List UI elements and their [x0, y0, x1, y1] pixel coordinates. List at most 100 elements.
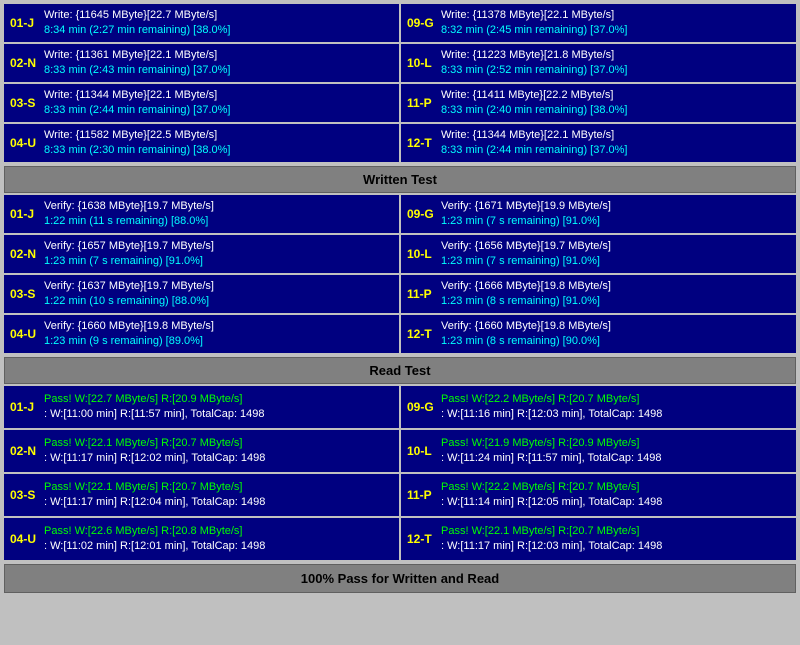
cell-content: Verify: {1660 MByte}[19.8 MByte/s]1:23 m… [441, 319, 790, 350]
grid-cell: 12-TVerify: {1660 MByte}[19.8 MByte/s]1:… [401, 315, 796, 353]
cell-line2: 1:23 min (7 s remaining) [91.0%] [441, 214, 790, 229]
cell-line1: Write: {11411 MByte}[22.2 MByte/s] [441, 88, 790, 103]
cell-line1: Pass! W:[22.6 MByte/s] R:[20.8 MByte/s] [44, 524, 393, 539]
cell-line2: 8:33 min (2:40 min remaining) [38.0%] [441, 103, 790, 118]
cell-content: Pass! W:[21.9 MByte/s] R:[20.9 MByte/s]:… [441, 436, 790, 467]
footer-bar: 100% Pass for Written and Read [4, 564, 796, 593]
cell-id: 03-S [10, 488, 38, 502]
cell-id: 12-T [407, 532, 435, 546]
grid-cell: 10-LVerify: {1656 MByte}[19.7 MByte/s]1:… [401, 235, 796, 273]
cell-line2: 8:33 min (2:43 min remaining) [37.0%] [44, 63, 393, 78]
cell-content: Write: {11645 MByte}[22.7 MByte/s]8:34 m… [44, 8, 393, 39]
cell-line2: 1:23 min (8 s remaining) [91.0%] [441, 294, 790, 309]
cell-id: 03-S [10, 287, 38, 301]
grid-cell: 11-P Write: {11411 MByte}[22.2 MByte/s]8:… [401, 84, 796, 122]
cell-line1: Pass! W:[22.2 MByte/s] R:[20.7 MByte/s] [441, 392, 790, 407]
cell-line2: : W:[11:17 min] R:[12:02 min], TotalCap:… [44, 451, 393, 466]
cell-line2: : W:[11:17 min] R:[12:03 min], TotalCap:… [441, 539, 790, 554]
cell-content: Pass! W:[22.1 MByte/s] R:[20.7 MByte/s]:… [44, 436, 393, 467]
cell-line1: Pass! W:[21.9 MByte/s] R:[20.9 MByte/s] [441, 436, 790, 451]
cell-line2: 8:33 min (2:44 min remaining) [37.0%] [44, 103, 393, 118]
grid-cell: 03-S Verify: {1637 MByte}[19.7 MByte/s]1:… [4, 275, 399, 313]
cell-line1: Write: {11645 MByte}[22.7 MByte/s] [44, 8, 393, 23]
cell-content: Verify: {1666 MByte}[19.8 MByte/s]1:23 m… [441, 279, 790, 310]
cell-id: 09-G [407, 400, 435, 414]
cell-line1: Verify: {1671 MByte}[19.9 MByte/s] [441, 199, 790, 214]
cell-id: 04-U [10, 532, 38, 546]
grid-cell: 02-N Write: {11361 MByte}[22.1 MByte/s]8:… [4, 44, 399, 82]
written-test-header: Written Test [4, 166, 796, 193]
cell-id: 02-N [10, 56, 38, 70]
cell-id: 04-U [10, 327, 38, 341]
cell-line2: : W:[11:14 min] R:[12:05 min], TotalCap:… [441, 495, 790, 510]
cell-line1: Write: {11361 MByte}[22.1 MByte/s] [44, 48, 393, 63]
grid-cell: 01-J Write: {11645 MByte}[22.7 MByte/s]8:… [4, 4, 399, 42]
cell-id: 09-G [407, 207, 435, 221]
cell-line1: Write: {11223 MByte}[21.8 MByte/s] [441, 48, 790, 63]
cell-line1: Verify: {1660 MByte}[19.8 MByte/s] [441, 319, 790, 334]
grid-cell: 09-G Verify: {1671 MByte}[19.9 MByte/s]1:… [401, 195, 796, 233]
cell-id: 10-L [407, 444, 435, 458]
cell-line2: 8:33 min (2:30 min remaining) [38.0%] [44, 143, 393, 158]
write-grid: 01-JWrite: {11645 MByte}[22.7 MByte/s]8:… [4, 4, 796, 162]
grid-cell: 03-S Pass! W:[22.1 MByte/s] R:[20.7 MByte… [4, 474, 399, 516]
cell-content: Write: {11582 MByte}[22.5 MByte/s]8:33 m… [44, 128, 393, 159]
cell-line1: Verify: {1638 MByte}[19.7 MByte/s] [44, 199, 393, 214]
main-container: 01-JWrite: {11645 MByte}[22.7 MByte/s]8:… [0, 0, 800, 597]
cell-content: Verify: {1660 MByte}[19.8 MByte/s]1:23 m… [44, 319, 393, 350]
cell-content: Verify: {1638 MByte}[19.7 MByte/s]1:22 m… [44, 199, 393, 230]
cell-line1: Write: {11344 MByte}[22.1 MByte/s] [441, 128, 790, 143]
cell-content: Verify: {1637 MByte}[19.7 MByte/s]1:22 m… [44, 279, 393, 310]
cell-id: 01-J [10, 400, 38, 414]
grid-cell: 02-NVerify: {1657 MByte}[19.7 MByte/s]1:… [4, 235, 399, 273]
cell-id: 12-T [407, 136, 435, 150]
cell-content: Verify: {1656 MByte}[19.7 MByte/s]1:23 m… [441, 239, 790, 270]
cell-line1: Write: {11582 MByte}[22.5 MByte/s] [44, 128, 393, 143]
cell-content: Write: {11361 MByte}[22.1 MByte/s]8:33 m… [44, 48, 393, 79]
cell-line1: Pass! W:[22.1 MByte/s] R:[20.7 MByte/s] [44, 480, 393, 495]
grid-cell: 04-U Pass! W:[22.6 MByte/s] R:[20.8 MByte… [4, 518, 399, 560]
cell-content: Verify: {1671 MByte}[19.9 MByte/s]1:23 m… [441, 199, 790, 230]
cell-id: 11-P [407, 96, 435, 110]
cell-id: 01-J [10, 207, 38, 221]
cell-line2: 1:23 min (8 s remaining) [90.0%] [441, 334, 790, 349]
cell-line2: : W:[11:16 min] R:[12:03 min], TotalCap:… [441, 407, 790, 422]
cell-id: 11-P [407, 488, 435, 502]
grid-cell: 12-T Pass! W:[22.1 MByte/s] R:[20.7 MByte… [401, 518, 796, 560]
cell-line2: 1:22 min (10 s remaining) [88.0%] [44, 294, 393, 309]
cell-line2: : W:[11:24 min] R:[11:57 min], TotalCap:… [441, 451, 790, 466]
cell-line2: : W:[11:17 min] R:[12:04 min], TotalCap:… [44, 495, 393, 510]
cell-content: Write: {11378 MByte}[22.1 MByte/s]8:32 m… [441, 8, 790, 39]
cell-id: 09-G [407, 16, 435, 30]
cell-id: 10-L [407, 56, 435, 70]
grid-cell: 10-L Pass! W:[21.9 MByte/s] R:[20.9 MByte… [401, 430, 796, 472]
cell-line1: Verify: {1666 MByte}[19.8 MByte/s] [441, 279, 790, 294]
verify-grid: 01-JVerify: {1638 MByte}[19.7 MByte/s]1:… [4, 195, 796, 353]
grid-cell: 04-U Verify: {1660 MByte}[19.8 MByte/s]1:… [4, 315, 399, 353]
cell-id: 11-P [407, 287, 435, 301]
grid-cell: 12-T Write: {11344 MByte}[22.1 MByte/s]8:… [401, 124, 796, 162]
cell-content: Pass! W:[22.7 MByte/s] R:[20.9 MByte/s]:… [44, 392, 393, 423]
cell-content: Write: {11344 MByte}[22.1 MByte/s]8:33 m… [44, 88, 393, 119]
cell-content: Pass! W:[22.1 MByte/s] R:[20.7 MByte/s]:… [441, 524, 790, 555]
cell-line2: 8:33 min (2:52 min remaining) [37.0%] [441, 63, 790, 78]
cell-id: 03-S [10, 96, 38, 110]
cell-line2: 1:23 min (7 s remaining) [91.0%] [441, 254, 790, 269]
cell-line1: Verify: {1660 MByte}[19.8 MByte/s] [44, 319, 393, 334]
cell-content: Write: {11344 MByte}[22.1 MByte/s]8:33 m… [441, 128, 790, 159]
verify-section: 01-JVerify: {1638 MByte}[19.7 MByte/s]1:… [4, 195, 796, 353]
cell-line2: : W:[11:02 min] R:[12:01 min], TotalCap:… [44, 539, 393, 554]
cell-id: 02-N [10, 444, 38, 458]
grid-cell: 11-PPass! W:[22.2 MByte/s] R:[20.7 MByte… [401, 474, 796, 516]
cell-id: 01-J [10, 16, 38, 30]
pass-grid: 01-J Pass! W:[22.7 MByte/s] R:[20.9 MByte… [4, 386, 796, 560]
cell-line1: Verify: {1656 MByte}[19.7 MByte/s] [441, 239, 790, 254]
cell-content: Pass! W:[22.2 MByte/s] R:[20.7 MByte/s]:… [441, 392, 790, 423]
cell-content: Write: {11411 MByte}[22.2 MByte/s]8:33 m… [441, 88, 790, 119]
cell-line2: 1:22 min (11 s remaining) [88.0%] [44, 214, 393, 229]
cell-line1: Write: {11378 MByte}[22.1 MByte/s] [441, 8, 790, 23]
grid-cell: 09-G Pass! W:[22.2 MByte/s] R:[20.7 MByte… [401, 386, 796, 428]
write-section: 01-JWrite: {11645 MByte}[22.7 MByte/s]8:… [4, 4, 796, 162]
read-test-header: Read Test [4, 357, 796, 384]
cell-line1: Pass! W:[22.7 MByte/s] R:[20.9 MByte/s] [44, 392, 393, 407]
